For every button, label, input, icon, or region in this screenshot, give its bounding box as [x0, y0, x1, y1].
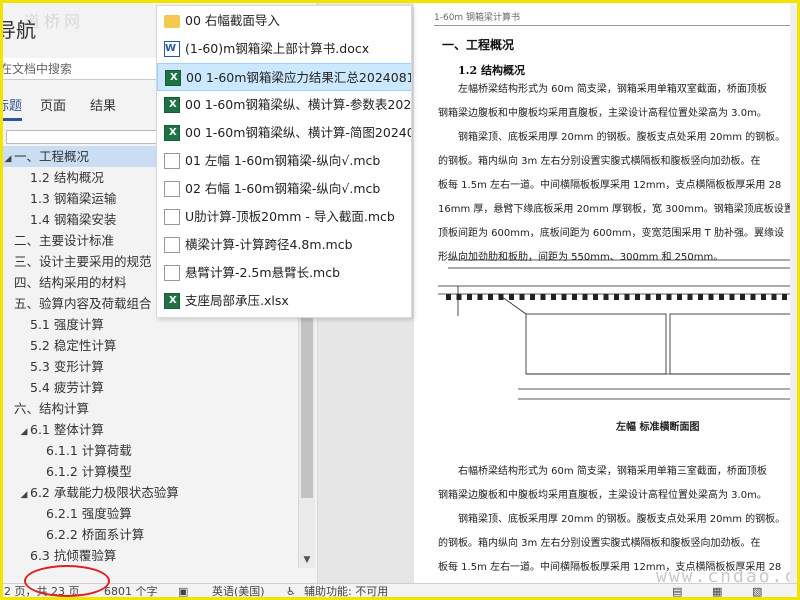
web-layout-icon[interactable]: ▧: [752, 584, 762, 600]
nav-heading-item[interactable]: 六、结构计算: [0, 398, 300, 419]
tab-results[interactable]: 结果: [90, 96, 116, 118]
doc-text-line: 钢箱梁边腹板和中腹板均采用直腹板，主梁设计高程位置处梁高为 3.0m。: [438, 108, 767, 119]
nav-heading-label: 三、设计主要采用的规范: [14, 254, 152, 269]
status-bar: 2 页，共 23 页 6801 个字 ▣ 英语(美国) ♿ 辅助功能: 不可用 …: [0, 583, 800, 600]
nav-heading-label: 一、工程概况: [14, 149, 90, 164]
doc-text-line: 钢箱梁边腹板和中腹板均采用直腹板，主梁设计高程位置处梁高为 3.0m。: [438, 490, 767, 501]
excel-file-icon: [164, 119, 180, 147]
nav-heading-label: 1.4 钢箱梁安装: [30, 212, 117, 227]
doc-text-line: 顶板间距为 600mm，底板间距为 600mm，变宽范围采用 T 肋补强。翼缘设: [438, 228, 784, 239]
status-page-count[interactable]: 2 页，共 23 页: [4, 584, 80, 600]
mcb-file-icon: [164, 209, 180, 225]
file-name: 01 左幅 1-60m钢箱梁-纵向√.mcb: [185, 153, 381, 168]
file-list-panel: 00 右幅截面导入 (1-60)m钢箱梁上部计算书.docx 00 1-60m钢箱梁…: [156, 5, 412, 318]
file-list-item[interactable]: 01 左幅 1-60m钢箱梁-纵向√.mcb: [157, 147, 411, 175]
nav-pane-title: 导航: [0, 18, 36, 42]
folder-icon: [164, 15, 180, 28]
excel-file-icon: [164, 287, 180, 315]
nav-heading-label: 5.4 疲劳计算: [30, 380, 104, 395]
excel-file-icon: [164, 91, 180, 119]
file-list-item[interactable]: (1-60)m钢箱梁上部计算书.docx: [157, 35, 411, 63]
document-scrollbar[interactable]: [790, 0, 800, 583]
nav-heading-label: 6.2.2 桥面系计算: [46, 527, 145, 542]
cross-section-drawing: [438, 259, 800, 400]
nav-heading-label: 六、结构计算: [14, 401, 90, 416]
file-name: 00 1-60m钢箱梁纵、横计算-参数表202...: [185, 97, 412, 112]
file-name: 00 1-60m钢箱梁应力结果汇总2024081...: [186, 70, 412, 85]
nav-heading-label: 6.2.1 强度验算: [46, 506, 132, 521]
read-mode-icon[interactable]: ▤: [672, 584, 682, 600]
nav-heading-item[interactable]: 6.1.2 计算模型: [0, 461, 300, 482]
nav-heading-label: 五、验算内容及荷载组合: [14, 296, 152, 311]
nav-heading-label: 6.1.1 计算荷载: [46, 443, 132, 458]
mcb-file-icon: [164, 265, 180, 281]
nav-heading-label: 1.2 结构概况: [30, 170, 104, 185]
doc-text-line: 钢箱梁顶、底板采用厚 20mm 的钢板。腹板支点处采用 20mm 的钢板。: [438, 514, 786, 525]
nav-heading-item[interactable]: 6.2.2 桥面系计算: [0, 524, 300, 545]
file-list-item[interactable]: 横梁计算-计算跨径4.8m.mcb: [157, 231, 411, 259]
word-doc-icon: [164, 35, 180, 63]
figure-caption: 左幅 标准横断面图: [616, 422, 700, 433]
nav-heading-item[interactable]: 6.3 抗倾覆验算: [0, 545, 300, 566]
doc-text-line: 右幅桥梁结构形式为 60m 简支梁，钢箱采用单箱三室截面，桥面顶板: [438, 466, 767, 477]
proofing-icon[interactable]: ▣: [178, 584, 188, 600]
mcb-file-icon: [164, 237, 180, 253]
doc-text-line: 的钢板。箱内纵向 3m 左右分别设置实腹式横隔板和腹板竖向加劲板。在: [438, 538, 761, 549]
file-name: 00 1-60m钢箱梁纵、横计算-简图20240...: [185, 125, 412, 140]
nav-heading-item[interactable]: 5.3 变形计算: [0, 356, 300, 377]
file-name: 悬臂计算-2.5m悬臂长.mcb: [185, 265, 341, 280]
nav-heading-item[interactable]: 5.2 稳定性计算: [0, 335, 300, 356]
nav-heading-label: 6.2 承载能力极限状态验算: [30, 485, 179, 500]
nav-heading-item[interactable]: 6.2.1 强度验算: [0, 503, 300, 524]
file-list-item[interactable]: U肋计算-顶板20mm - 导入截面.mcb: [157, 203, 411, 231]
file-name: U肋计算-顶板20mm - 导入截面.mcb: [185, 209, 395, 224]
print-layout-icon[interactable]: ▦: [712, 584, 722, 600]
file-list-item[interactable]: 悬臂计算-2.5m悬臂长.mcb: [157, 259, 411, 287]
file-list-item[interactable]: 02 右幅 1-60m钢箱梁-纵向√.mcb: [157, 175, 411, 203]
mcb-file-icon: [164, 153, 180, 169]
accessibility-icon[interactable]: ♿: [286, 584, 296, 600]
file-name: 支座局部承压.xlsx: [185, 293, 289, 308]
nav-heading-label: 6.3 抗倾覆验算: [30, 548, 117, 563]
doc-text-line: 16mm 厚，悬臂下缘底板采用 20mm 厚钢板，宽 300mm。钢箱梁顶底板设…: [438, 204, 794, 215]
watermark-bottom: www.cndao.com: [656, 566, 800, 583]
file-name: (1-60)m钢箱梁上部计算书.docx: [185, 41, 370, 56]
file-name: 横梁计算-计算跨径4.8m.mcb: [185, 237, 353, 252]
file-list-item[interactable]: 00 1-60m钢箱梁纵、横计算-参数表202...: [157, 91, 412, 119]
file-list-item[interactable]: 00 右幅截面导入: [157, 7, 411, 35]
file-name: 00 右幅截面导入: [185, 13, 280, 28]
document-page: 1-60m 钢箱梁计算书 一、工程概况 1.2 结构概况 左幅桥梁结构形式为 6…: [414, 0, 800, 583]
nav-heading-item[interactable]: ◢ 6.2 承载能力极限状态验算: [0, 482, 300, 503]
nav-heading-item[interactable]: 6.1.1 计算荷载: [0, 440, 300, 461]
status-accessibility[interactable]: 辅助功能: 不可用: [304, 584, 388, 600]
status-language[interactable]: 英语(美国): [212, 584, 265, 600]
file-list-item[interactable]: 00 1-60m钢箱梁应力结果汇总2024081...: [157, 63, 412, 92]
nav-heading-label: 6.1.2 计算模型: [46, 464, 132, 479]
mcb-file-icon: [164, 181, 180, 197]
excel-file-icon: [165, 64, 181, 92]
nav-heading-label: 6.1 整体计算: [30, 422, 104, 437]
tab-pages[interactable]: 页面: [40, 96, 66, 118]
nav-heading-label: 四、结构采用的材料: [14, 275, 127, 290]
doc-text-line: 板每 1.5m 左右一道。中间横隔板板厚采用 12mm，支点横隔板板厚采用 28: [438, 180, 782, 191]
scroll-down-arrow-icon[interactable]: ▼: [301, 554, 313, 566]
doc-text-line: 钢箱梁顶、底板采用厚 20mm 的钢板。腹板支点处采用 20mm 的钢板。: [438, 132, 786, 143]
nav-heading-label: 5.1 强度计算: [30, 317, 104, 332]
doc-text-line: 的钢板。箱内纵向 3m 左右分别设置实腹式横隔板和腹板竖向加劲板。在: [438, 156, 761, 167]
doc-text-line: 左幅桥梁结构形式为 60m 简支梁，钢箱采用单箱双室截面，桥面顶板: [438, 84, 767, 95]
tab-headings[interactable]: 标题: [0, 96, 23, 121]
doc-heading-1: 一、工程概况: [442, 38, 515, 52]
file-name: 02 右幅 1-60m钢箱梁-纵向√.mcb: [185, 181, 381, 196]
nav-heading-label: 二、主要设计标准: [14, 233, 115, 248]
nav-heading-label: 5.2 稳定性计算: [30, 338, 117, 353]
nav-heading-item[interactable]: 5.4 疲劳计算: [0, 377, 300, 398]
file-list-item[interactable]: 00 1-60m钢箱梁纵、横计算-简图20240...: [157, 119, 412, 147]
nav-heading-item[interactable]: ◢ 6.1 整体计算: [0, 419, 300, 440]
nav-heading-label: 5.3 变形计算: [30, 359, 104, 374]
nav-heading-label: 1.3 钢箱梁运输: [30, 191, 117, 206]
page-header: 1-60m 钢箱梁计算书: [434, 10, 800, 26]
file-list-item[interactable]: 支座局部承压.xlsx: [157, 287, 411, 315]
doc-heading-2: 1.2 结构概况: [458, 64, 525, 77]
status-word-count[interactable]: 6801 个字: [104, 584, 158, 600]
